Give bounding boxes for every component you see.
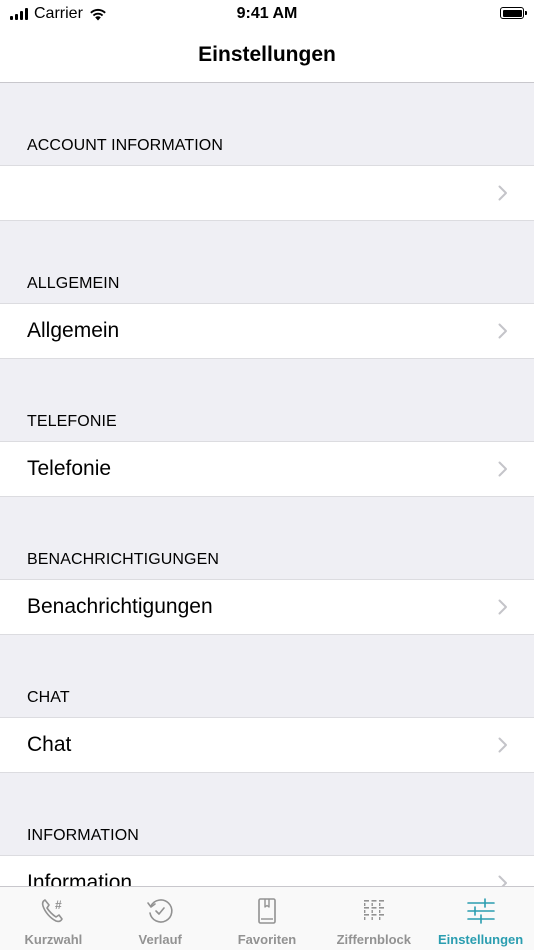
settings-row-information[interactable]: Information — [0, 855, 534, 886]
tab-label: Verlauf — [138, 932, 182, 947]
tab-label: Kurzwahl — [24, 932, 83, 947]
row-label: Chat — [27, 733, 72, 756]
row-label: Benachrichtigungen — [27, 595, 213, 618]
tab-verlauf[interactable]: Verlauf — [107, 887, 214, 950]
settings-row-telefonie[interactable]: Telefonie — [0, 441, 534, 497]
settings-sliders-icon — [466, 898, 495, 924]
tab-kurzwahl[interactable]: # Kurzwahl — [0, 887, 107, 950]
section-header: ALLGEMEIN — [0, 221, 534, 303]
settings-row-allgemein[interactable]: Allgemein — [0, 303, 534, 359]
chevron-right-icon — [498, 875, 507, 886]
tab-favoriten[interactable]: Favoriten — [214, 887, 321, 950]
tab-ziffernblock[interactable]: Ziffernblock — [320, 887, 427, 950]
page-title: Einstellungen — [198, 43, 336, 66]
tab-label: Favoriten — [237, 932, 297, 947]
tab-label: Ziffernblock — [336, 932, 411, 947]
keypad-icon — [363, 900, 384, 920]
favorites-book-icon — [258, 898, 276, 924]
section-header: TELEFONIE — [0, 359, 534, 441]
clock: 9:41 AM — [236, 5, 298, 22]
battery-icon — [500, 7, 527, 19]
settings-list[interactable]: ACCOUNT INFORMATION ALLGEMEIN Allgemein … — [0, 83, 534, 886]
section-account-information: ACCOUNT INFORMATION — [0, 83, 534, 221]
section-header-label: BENACHRICHTIGUNGEN — [27, 551, 220, 568]
chevron-right-icon — [498, 461, 507, 477]
chevron-right-icon — [498, 737, 507, 753]
row-label: Information — [27, 871, 133, 886]
section-chat: CHAT Chat — [0, 635, 534, 773]
tab-bar: # Kurzwahl Verlauf Favoriten Ziffernbloc… — [0, 886, 534, 950]
section-information: INFORMATION Information — [0, 773, 534, 886]
tab-label: Einstellungen — [437, 932, 524, 947]
section-header-label: INFORMATION — [27, 827, 139, 844]
row-label: Telefonie — [27, 457, 112, 480]
settings-row-benachrichtigungen[interactable]: Benachrichtigungen — [0, 579, 534, 635]
section-telefonie: TELEFONIE Telefonie — [0, 359, 534, 497]
status-bar: Carrier 9:41 AM — [0, 0, 534, 28]
history-icon — [147, 899, 173, 923]
section-header-label: ACCOUNT INFORMATION — [27, 137, 223, 154]
settings-row-chat[interactable]: Chat — [0, 717, 534, 773]
navigation-bar: Einstellungen — [0, 28, 534, 83]
chevron-right-icon — [498, 185, 507, 201]
tab-einstellungen[interactable]: Einstellungen — [427, 887, 534, 950]
section-header-label: CHAT — [27, 689, 70, 706]
section-header: ACCOUNT INFORMATION — [0, 83, 534, 165]
section-header-label: ALLGEMEIN — [27, 275, 120, 292]
section-header: CHAT — [0, 635, 534, 717]
chevron-right-icon — [498, 323, 507, 339]
settings-row-account[interactable] — [0, 165, 534, 221]
section-header: INFORMATION — [0, 773, 534, 855]
section-benachrichtigungen: BENACHRICHTIGUNGEN Benachrichtigungen — [0, 497, 534, 635]
section-allgemein: ALLGEMEIN Allgemein — [0, 221, 534, 359]
svg-text:#: # — [55, 898, 62, 912]
section-header-label: TELEFONIE — [27, 413, 117, 430]
speed-dial-icon: # — [42, 898, 64, 923]
row-label: Allgemein — [27, 319, 120, 342]
chevron-right-icon — [498, 599, 507, 615]
section-header: BENACHRICHTIGUNGEN — [0, 497, 534, 579]
